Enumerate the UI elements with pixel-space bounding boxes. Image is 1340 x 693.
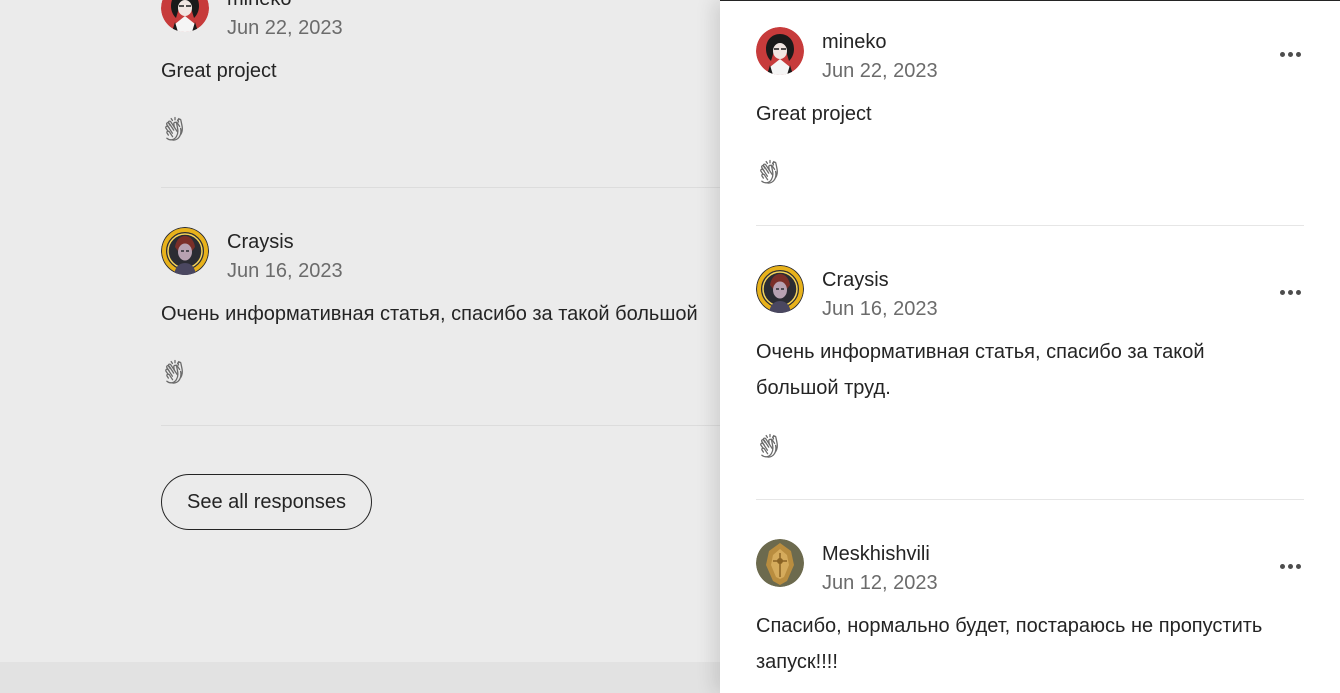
clap-icon[interactable]	[756, 158, 788, 190]
page-footer-strip	[0, 662, 720, 693]
divider	[756, 499, 1304, 500]
clap-icon[interactable]	[161, 358, 193, 390]
divider	[161, 425, 720, 426]
more-options-icon[interactable]	[1276, 282, 1304, 302]
response-date[interactable]: Jun 12, 2023	[822, 571, 938, 595]
response-date[interactable]: Jun 16, 2023	[822, 297, 938, 321]
golden-crest-avatar[interactable]	[756, 539, 804, 587]
responses-panel: mineko Jun 22, 2023 Great project Craysi…	[720, 0, 1340, 693]
see-all-responses-button[interactable]: See all responses	[161, 474, 372, 530]
response-text: Очень информативная статья, спасибо за т…	[756, 341, 1205, 399]
response-date[interactable]: Jun 16, 2023	[227, 259, 343, 283]
response-item: mineko Jun 22, 2023 Great project	[756, 27, 1304, 190]
divider	[161, 187, 720, 188]
divider	[756, 225, 1304, 226]
response-text: Очень информативная статья, спасибо за т…	[161, 303, 698, 325]
author-name[interactable]: Craysis	[227, 230, 343, 254]
fiery-portrait-avatar[interactable]	[161, 227, 209, 275]
author-name[interactable]: mineko	[822, 30, 938, 54]
red-portrait-avatar[interactable]	[756, 27, 804, 75]
more-options-icon[interactable]	[1276, 44, 1304, 64]
fiery-portrait-avatar[interactable]	[756, 265, 804, 313]
response-item: Meskhishvili Jun 12, 2023 Спасибо, норма…	[756, 539, 1304, 680]
red-portrait-avatar[interactable]	[161, 0, 209, 32]
author-name[interactable]: mineko	[227, 0, 343, 11]
response-item: Craysis Jun 16, 2023 Очень информативная…	[161, 227, 781, 390]
response-item: Craysis Jun 16, 2023 Очень информативная…	[756, 265, 1304, 464]
response-date[interactable]: Jun 22, 2023	[227, 16, 343, 40]
response-date[interactable]: Jun 22, 2023	[822, 59, 938, 83]
clap-icon[interactable]	[756, 432, 788, 464]
author-name[interactable]: Craysis	[822, 268, 938, 292]
response-item: mineko Jun 22, 2023 Great project	[161, 0, 781, 147]
author-name[interactable]: Meskhishvili	[822, 542, 938, 566]
clap-icon[interactable]	[161, 115, 193, 147]
response-text: Great project	[161, 60, 277, 82]
response-text: Спасибо, нормально будет, постараюсь не …	[756, 615, 1263, 673]
response-text: Great project	[756, 103, 872, 125]
more-options-icon[interactable]	[1276, 556, 1304, 576]
